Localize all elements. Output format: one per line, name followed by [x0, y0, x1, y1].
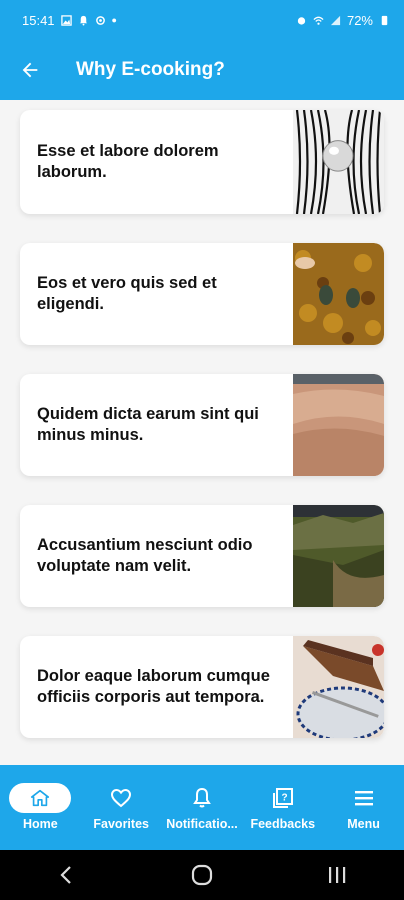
- battery-percent: 72%: [346, 12, 373, 28]
- heart-icon: [111, 788, 132, 808]
- mountain-valley-image: [293, 505, 384, 607]
- card-image: [293, 636, 384, 738]
- nav-home[interactable]: Home: [0, 783, 80, 831]
- bottom-navigation: Home Favorites Notificatio... ? Feedback…: [0, 765, 404, 850]
- card-list[interactable]: Esse et labore dolorem laborum. Eos et v…: [0, 100, 404, 765]
- card-image: [293, 110, 384, 214]
- cake-plate-image: [293, 636, 384, 738]
- bell-icon: [193, 787, 211, 808]
- menu-icon: [354, 791, 373, 806]
- card-title: Dolor eaque laborum cumque officiis corp…: [37, 667, 270, 706]
- card-title: Quidem dicta earum sint qui minus minus.: [37, 405, 259, 444]
- nav-favorites-label: Favorites: [93, 817, 149, 831]
- list-item[interactable]: Quidem dicta earum sint qui minus minus.: [20, 374, 384, 476]
- card-title: Eos et vero quis sed et eligendi.: [37, 274, 217, 313]
- nav-home-indicator: [9, 783, 72, 813]
- list-item[interactable]: Dolor eaque laborum cumque officiis corp…: [20, 636, 384, 738]
- chevron-left-icon: [60, 866, 72, 884]
- nav-home-label: Home: [23, 817, 58, 831]
- wifi-icon: [313, 16, 324, 25]
- nav-feedbacks-icon-wrap: ?: [252, 783, 314, 813]
- arrow-back-icon: [22, 62, 38, 78]
- system-navigation-bar: [0, 850, 404, 900]
- home-icon: [31, 789, 50, 807]
- dot-icon: ●: [111, 15, 117, 25]
- svg-text:?: ?: [281, 793, 287, 804]
- list-item[interactable]: Accusantium nesciunt odio voluptate nam …: [20, 505, 384, 607]
- list-item[interactable]: Esse et labore dolorem laborum.: [20, 110, 384, 214]
- signal-icon: [330, 15, 341, 25]
- nav-favorites-icon-wrap: [90, 783, 152, 813]
- nav-menu-icon-wrap: [333, 783, 395, 813]
- card-title: Esse et labore dolorem laborum.: [37, 142, 219, 181]
- card-image: [293, 243, 384, 345]
- notification-bell-icon: [79, 15, 87, 26]
- system-recents-button[interactable]: [307, 855, 367, 895]
- battery-icon: [381, 15, 388, 25]
- system-back-button[interactable]: [37, 855, 97, 895]
- nav-feedbacks[interactable]: ? Feedbacks: [243, 783, 323, 831]
- alarm-icon: [297, 16, 306, 25]
- recents-icon: [328, 867, 345, 883]
- feedback-icon: ?: [272, 788, 293, 808]
- abstract-sphere-image: [293, 110, 384, 214]
- status-bar: 15:41 ● 72%: [0, 0, 404, 40]
- card-image: [293, 374, 384, 476]
- nav-favorites[interactable]: Favorites: [81, 783, 161, 831]
- status-time: 15:41: [22, 12, 55, 28]
- desert-dunes-image: [293, 374, 384, 476]
- nav-menu-label: Menu: [347, 817, 380, 831]
- system-home-button[interactable]: [172, 855, 232, 895]
- app-bar: Why E-cooking?: [0, 40, 404, 100]
- nav-menu[interactable]: Menu: [324, 783, 404, 831]
- gallery-icon: [60, 14, 72, 26]
- card-image: [293, 505, 384, 607]
- page-title: Why E-cooking?: [76, 59, 225, 80]
- home-circle-icon: [191, 864, 213, 886]
- back-button[interactable]: [0, 40, 60, 100]
- nav-feedbacks-label: Feedbacks: [250, 817, 316, 831]
- nav-notifications[interactable]: Notificatio...: [162, 783, 242, 831]
- settings-icon: [95, 15, 105, 25]
- autumn-leaves-image: [293, 243, 384, 345]
- list-item[interactable]: Eos et vero quis sed et eligendi.: [20, 243, 384, 345]
- nav-notifications-label: Notificatio...: [166, 817, 238, 831]
- nav-notifications-icon-wrap: [171, 783, 233, 813]
- card-title: Accusantium nesciunt odio voluptate nam …: [37, 536, 253, 575]
